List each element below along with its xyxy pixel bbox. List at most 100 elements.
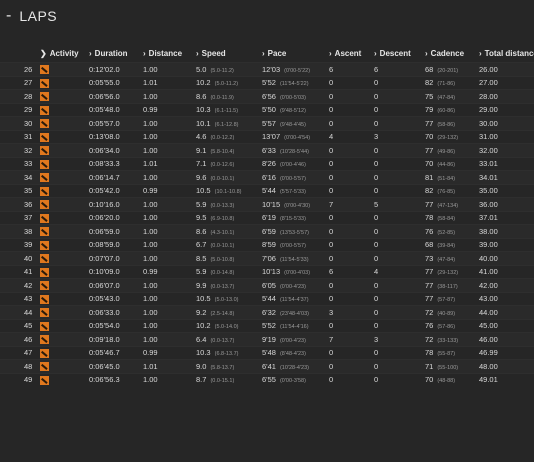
table-row[interactable]: 33 0:08'33.3 1.01 7.1 (0.0-12.6) 8'26 (0'00-4'…: [0, 156, 534, 171]
table-row[interactable]: 44 0:06'33.0 1.00 9.2 (2.5-14.8) 6'32 (23'48-4…: [0, 305, 534, 319]
distance-cell: 1.00: [143, 89, 196, 103]
column-header-ascent[interactable]: › Ascent: [329, 44, 374, 63]
table-row[interactable]: 30 0:05'57.0 1.00 10.1 (6.1-12.8) 5'57 (9'48-4…: [0, 116, 534, 130]
table-row[interactable]: 35 0:05'42.0 0.99 10.5 (10.1-10.8) 5'44 (5'57-…: [0, 183, 534, 198]
table-row[interactable]: 46 0:09'18.0 1.00 6.4 (0.0-13.7) 9'19 (0'00-4'…: [0, 332, 534, 346]
pace-cell: 6'33 (10'28-5'44): [262, 143, 329, 157]
speed-range: (0.0-12.6): [210, 162, 235, 169]
duration-cell: 0:06'33.0: [89, 305, 143, 319]
table-row[interactable]: 34 0:06'14.7 1.00 9.6 (0.0-10.1) 6'16 (0'00-5'…: [0, 170, 534, 184]
table-row[interactable]: 41 0:10'09.0 0.99 5.9 (0.0-14.8) 10'13 (0'00-4…: [0, 264, 534, 279]
pace-cell: 5'52 (11'54-4'16): [262, 318, 329, 333]
pace-range: (8'48-4'23): [279, 351, 306, 358]
column-header-duration[interactable]: › Duration: [89, 44, 143, 63]
cadence-cell: 68 (20-201): [425, 62, 479, 76]
table-row[interactable]: 38 0:06'59.0 1.00 8.6 (4.3-10.1) 6'59 (13'53-5…: [0, 224, 534, 238]
table-row[interactable]: 40 0:07'07.0 1.00 8.5 (5.0-10.8) 7'06 (11'54-5…: [0, 251, 534, 265]
running-activity-icon: [40, 159, 49, 169]
cadence-range: (20-201): [437, 67, 459, 74]
cadence-range: (47-84): [437, 256, 456, 263]
table-row[interactable]: 37 0:06'20.0 1.00 9.5 (6.9-10.8) 6'19 (8'15-5'…: [0, 210, 534, 225]
table-row[interactable]: 29 0:05'48.0 0.99 10.3 (6.1-11.5) 5'50 (9'48-5…: [0, 102, 534, 117]
distance-cell: 0.99: [143, 345, 196, 360]
total-distance-cell: 48.00: [479, 359, 534, 373]
pace-range: (9'48-5'12): [279, 108, 306, 115]
total-distance-cell: 45.00: [479, 318, 534, 333]
duration-cell: 0:05'42.0: [89, 183, 143, 198]
table-row[interactable]: 28 0:06'56.0 1.00 8.6 (0.0-11.9) 6'56 (0'00-5'…: [0, 89, 534, 103]
total-distance-cell: 46.00: [479, 332, 534, 346]
cadence-range: (58-86): [437, 121, 456, 128]
total-distance-cell: 40.00: [479, 251, 534, 265]
table-row[interactable]: 47 0:05'46.7 0.99 10.3 (6.8-13.7) 5'48 (8'48-4…: [0, 345, 534, 360]
pace-range: (0'00-5'57): [279, 243, 306, 250]
lap-number: 30: [0, 116, 40, 130]
column-header-cadence[interactable]: › Cadence: [425, 44, 479, 63]
distance-cell: 1.00: [143, 143, 196, 157]
pace-range: (0'00-5'03): [279, 94, 306, 101]
column-header-speed[interactable]: › Speed: [196, 44, 262, 63]
cadence-cell: 82 (71-86): [425, 75, 479, 90]
column-header-total-distance[interactable]: › Total distance: [479, 44, 534, 63]
running-activity-icon: [40, 200, 49, 209]
activity-cell: [40, 102, 89, 117]
cadence-cell: 77 (29-132): [425, 264, 479, 279]
pace-range: (13'53-5'57): [279, 229, 309, 236]
pace-range: (8'15-5'33): [279, 216, 306, 223]
lap-number: 29: [0, 102, 40, 117]
column-header-pace[interactable]: › Pace: [262, 44, 329, 63]
pace-range: (0'00-4'23): [279, 337, 306, 344]
table-row[interactable]: 27 0:05'55.0 1.01 10.2 (5.0-11.2) 5'52 (11'54-…: [0, 75, 534, 90]
lap-number: 36: [0, 197, 40, 211]
total-distance-cell: 30.00: [479, 116, 534, 130]
total-distance-cell: 34.01: [479, 170, 534, 184]
pace-range: (11'54-5'33): [279, 256, 309, 263]
ascent-cell: 4: [329, 129, 374, 144]
lap-number: 43: [0, 291, 40, 306]
descent-cell: 3: [374, 129, 425, 144]
table-row[interactable]: 49 0:06'56.3 1.00 8.7 (0.0-15.1) 6'55 (0'00-3'…: [0, 372, 534, 386]
total-distance-cell: 38.00: [479, 224, 534, 238]
column-header-activity[interactable]: ❯ Activity: [40, 44, 89, 63]
activity-cell: [40, 143, 89, 157]
speed-range: (0.0-13.3): [210, 202, 235, 209]
running-activity-icon: [40, 240, 49, 250]
lap-number: 42: [0, 278, 40, 292]
table-row[interactable]: 39 0:08'59.0 1.00 6.7 (0.0-10.1) 8'59 (0'00-5'…: [0, 237, 534, 252]
cadence-cell: 72 (40-89): [425, 305, 479, 319]
activity-cell: [40, 224, 89, 238]
duration-cell: 0:05'55.0: [89, 75, 143, 90]
pace-cell: 5'52 (11'54-5'22): [262, 75, 329, 90]
distance-cell: 0.99: [143, 102, 196, 117]
speed-cell: 10.5 (10.1-10.8): [196, 183, 262, 198]
column-header-descent[interactable]: › Descent: [374, 44, 425, 63]
table-row[interactable]: 48 0:06'45.0 1.01 9.0 (5.8-13.7) 6'41 (10'28-4…: [0, 359, 534, 373]
cadence-range: (55-87): [437, 351, 456, 358]
running-activity-icon: [40, 173, 49, 182]
pace-cell: 5'57 (9'48-4'45): [262, 116, 329, 130]
duration-cell: 0:06'56.3: [89, 372, 143, 386]
cadence-range: (57-86): [437, 324, 456, 331]
pace-cell: 9'19 (0'00-4'23): [262, 332, 329, 346]
speed-range: (0.0-15.1): [210, 378, 235, 385]
table-row[interactable]: 36 0:10'16.0 1.00 5.9 (0.0-13.3) 10'15 (0'00-4…: [0, 197, 534, 211]
collapse-toggle-icon[interactable]: -: [6, 7, 11, 25]
table-row[interactable]: 31 0:13'08.0 1.00 4.6 (0.0-12.2) 13'07 (0'00-4…: [0, 129, 534, 144]
pace-range: (11'54-5'22): [279, 81, 309, 88]
column-header-distance[interactable]: › Distance: [143, 44, 196, 63]
table-row[interactable]: 45 0:05'54.0 1.00 10.2 (5.0-14.0) 5'52 (11'54-…: [0, 318, 534, 333]
ascent-cell: 0: [329, 183, 374, 198]
distance-cell: 1.00: [143, 278, 196, 292]
descent-cell: 0: [374, 237, 425, 252]
speed-range: (4.3-10.1): [210, 229, 235, 236]
table-row[interactable]: 32 0:06'34.0 1.00 9.1 (5.8-10.4) 6'33 (10'28-5…: [0, 143, 534, 157]
laps-section-header[interactable]: - LAPS: [6, 6, 57, 26]
cadence-cell: 68 (39-84): [425, 237, 479, 252]
total-distance-cell: 29.00: [479, 102, 534, 117]
table-row[interactable]: 26 0:12'02.0 1.00 5.0 (5.0-11.2) 12'03 (0'00-5…: [0, 62, 534, 76]
table-row[interactable]: 43 0:05'43.0 1.00 10.5 (5.0-13.0) 5'44 (11'54-…: [0, 291, 534, 306]
ascent-cell: 0: [329, 89, 374, 103]
total-distance-cell: 36.00: [479, 197, 534, 211]
cadence-range: (47-84): [437, 94, 456, 101]
table-row[interactable]: 42 0:06'07.0 1.00 9.9 (0.0-13.7) 6'05 (0'00-4'…: [0, 278, 534, 292]
